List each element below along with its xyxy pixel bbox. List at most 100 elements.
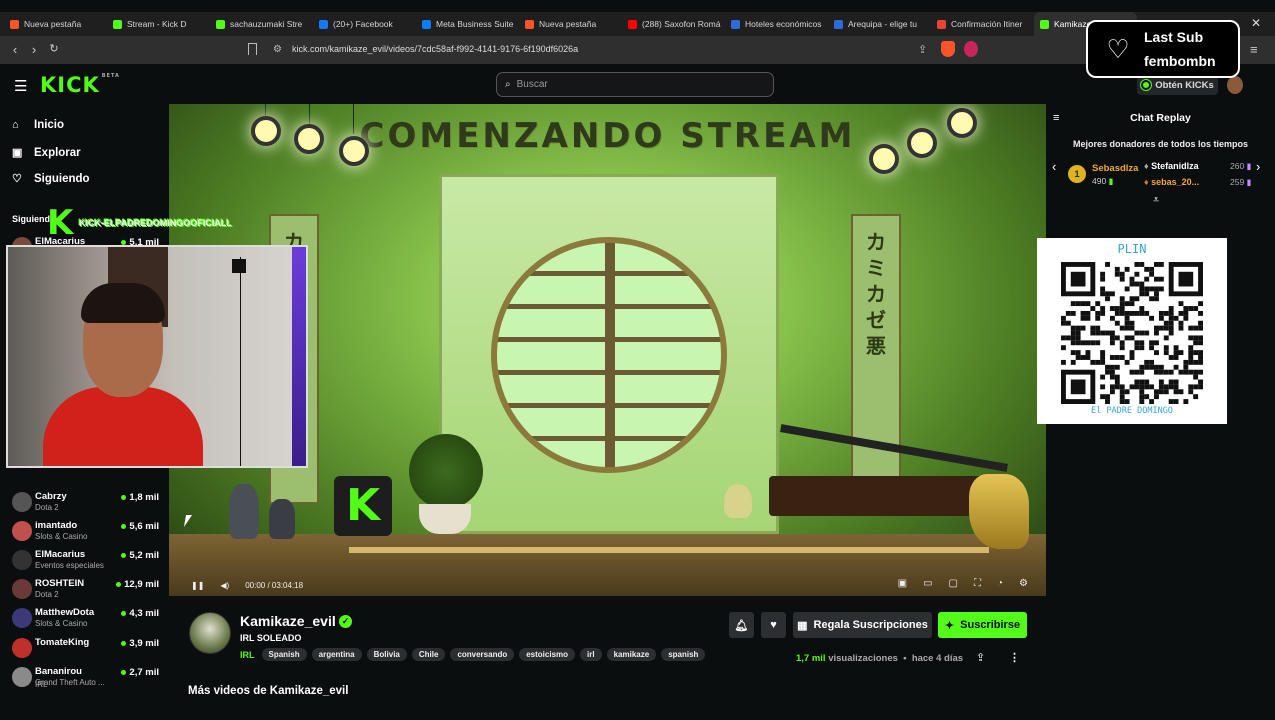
follow-button[interactable]: ♥ [761,612,786,638]
chevron-right-icon[interactable]: › [1256,159,1260,174]
kick-block-decoration: K [334,476,392,536]
browser-tab[interactable]: Stream - Kick D [107,12,210,36]
hamburger-menu-icon[interactable]: ☰ [14,77,27,95]
notification-bell-button[interactable]: 🔔︎ [729,612,754,638]
channel-avatar[interactable] [189,612,231,654]
browser-tab[interactable]: (288) Saxofon Romá [622,12,725,36]
forward-icon[interactable]: › [24,42,44,57]
gold-medal-icon: 1 [1068,165,1086,183]
channel-name[interactable]: Kamikaze_evil [240,613,336,629]
kick-logo[interactable]: KICK BETA [40,73,120,97]
back-icon[interactable]: ‹ [5,42,25,57]
site-settings-icon[interactable]: ⚙ [273,44,282,55]
scroll-glyph: 悪 [866,336,886,358]
tag-chip[interactable]: irl [580,648,602,661]
sidebar-channel[interactable]: imantado Slots & Casino 5,6 mil [8,518,163,546]
tab-title: (288) Saxofon Romá [642,19,721,29]
search-input[interactable]: ⌕ Buscar [496,72,774,97]
more-options-icon[interactable]: ⋮ [1009,651,1020,664]
share-icon[interactable]: ⇪ [976,651,985,664]
tab-favicon-icon [937,19,946,29]
sidebar-channel[interactable]: Bananirou Grand Theft Auto ... 2,7 mil [8,664,163,692]
tag-chip[interactable]: conversando [450,648,515,661]
lamp-icon [294,124,324,154]
browser-tab[interactable]: Nueva pestaña [4,12,107,36]
scroll-glyph: ミ [866,258,886,280]
speed-icon[interactable]: ◔ [997,578,1003,589]
sidebar-channel[interactable]: Cabrzy Dota 2 1,8 mil [8,489,163,517]
donor-name[interactable]: sebas_20... [1151,177,1199,187]
browser-menu-icon[interactable]: ≡ [1250,42,1258,57]
channel-name: TomateKing [35,637,90,648]
channel-category: Eventos especiales [35,561,104,570]
channel-category: Slots & Casino [35,619,88,628]
webcam-overlay [6,245,308,468]
channel-name: imantado [35,520,78,531]
tab-title: Confirmación Itiner [951,19,1023,29]
tab-title: sachauzumaki Stre [230,19,303,29]
category-link[interactable]: IRL [240,650,255,660]
fullscreen-icon[interactable]: ⛶ [974,578,981,589]
browser-tab[interactable]: Hoteles económicos [725,12,828,36]
window-close-icon[interactable]: ✕ [1251,16,1261,30]
user-avatar[interactable] [1227,76,1243,94]
clip-icon[interactable]: ▣ [898,578,907,589]
sidebar-channel[interactable]: TomateKing 3,9 mil [8,635,163,663]
browser-tab[interactable]: sachauzumaki Stre [210,12,313,36]
subscribe-button[interactable]: ✦ Suscribirse [938,612,1027,638]
lamp-icon [947,108,977,138]
player-controls: ❚❚ ◀) 00:00 / 03:04:18 ▣ ▭ ▢ ⛶ ◔ ⚙ [169,574,1046,596]
sidebar-channel[interactable]: MatthewDota Slots & Casino 4,3 mil [8,605,163,633]
donor-name[interactable]: Stefanidlza [1151,161,1199,171]
miniplayer-icon[interactable]: ▢ [949,578,958,589]
heart-icon: ♥ [770,619,777,631]
expand-icon[interactable]: ⩡ [1153,194,1159,207]
tag-chip[interactable]: Spanish [261,648,307,661]
silver-medal-icon: ♦ [1144,161,1149,171]
sidebar-item-explorar[interactable]: ▣ Explorar [12,146,81,160]
tag-chip[interactable]: kamikaze [606,648,657,661]
tag-chip[interactable]: spanish [661,648,706,661]
bookmark-icon[interactable] [248,43,257,55]
sidebar-item-inicio[interactable]: ⌂ Inicio [12,119,64,131]
viewer-count: 4,3 mil [121,608,159,619]
url-field[interactable]: kick.com/kamikaze_evil/videos/7cdc58af-f… [292,44,578,54]
tag-chip[interactable]: Bolivia [366,648,407,661]
sidebar-item-siguiendo[interactable]: ♡ Siguiendo [12,172,90,186]
channel-avatar [12,492,32,512]
kicks-coin-icon [1141,80,1152,90]
browser-tab[interactable]: (20+) Facebook [313,12,416,36]
get-kicks-button[interactable]: Obtén KICKs [1137,75,1218,95]
channel-category: Dota 2 [35,590,59,599]
browser-tab[interactable]: Nueva pestaña [519,12,622,36]
tag-chip[interactable]: Chile [411,648,446,661]
bonsai-plant [409,434,483,509]
tab-favicon-icon [422,19,431,29]
top-donor-name[interactable]: Sebasdlza [1092,163,1138,174]
brave-rewards-icon[interactable] [964,41,978,57]
tag-chip[interactable]: estoicismo [519,648,576,661]
browser-tab[interactable]: Arequipa - elige tu [828,12,931,36]
settings-icon[interactable]: ⚙ [1019,578,1028,589]
pause-icon[interactable]: ❚❚ [191,581,204,590]
viewer-count: 2,7 mil [121,667,159,678]
more-videos-heading: Más videos de Kamikaze_evil [188,685,349,697]
sidebar-channel[interactable]: ElMacarius Eventos especiales 5,2 mil [8,547,163,575]
reload-icon[interactable]: ↻ [44,42,64,55]
gift-subs-button[interactable]: ▦ Regala Suscripciones [793,612,932,638]
volume-icon[interactable]: ◀) [220,581,229,590]
katana-stand [769,476,999,516]
heart-icon: ♡ [12,173,22,185]
chevron-left-icon[interactable]: ‹ [1052,159,1056,174]
tag-chip[interactable]: argentina [311,648,362,661]
sidebar-channel[interactable]: ROSHTEIN Dota 2 12,9 mil [8,576,163,604]
browser-tab[interactable]: Confirmación Itiner [931,12,1034,36]
browser-tab[interactable]: Meta Business Suite [416,12,519,36]
last-sub-overlay: ♡ Last Sub fembombn [1086,20,1240,78]
right-scroll: カミカゼ悪 [851,214,901,504]
browser-address-bar: ‹ › ↻ ⚙ kick.com/kamikaze_evil/videos/7c… [0,36,1275,64]
theater-icon[interactable]: ▭ [923,578,932,589]
share-page-icon[interactable]: ⇪ [918,43,927,56]
brave-shield-icon[interactable] [941,41,955,57]
webcam-name-tag: K KICK-ELPADREDOMINGOOFICIALL [47,205,232,241]
